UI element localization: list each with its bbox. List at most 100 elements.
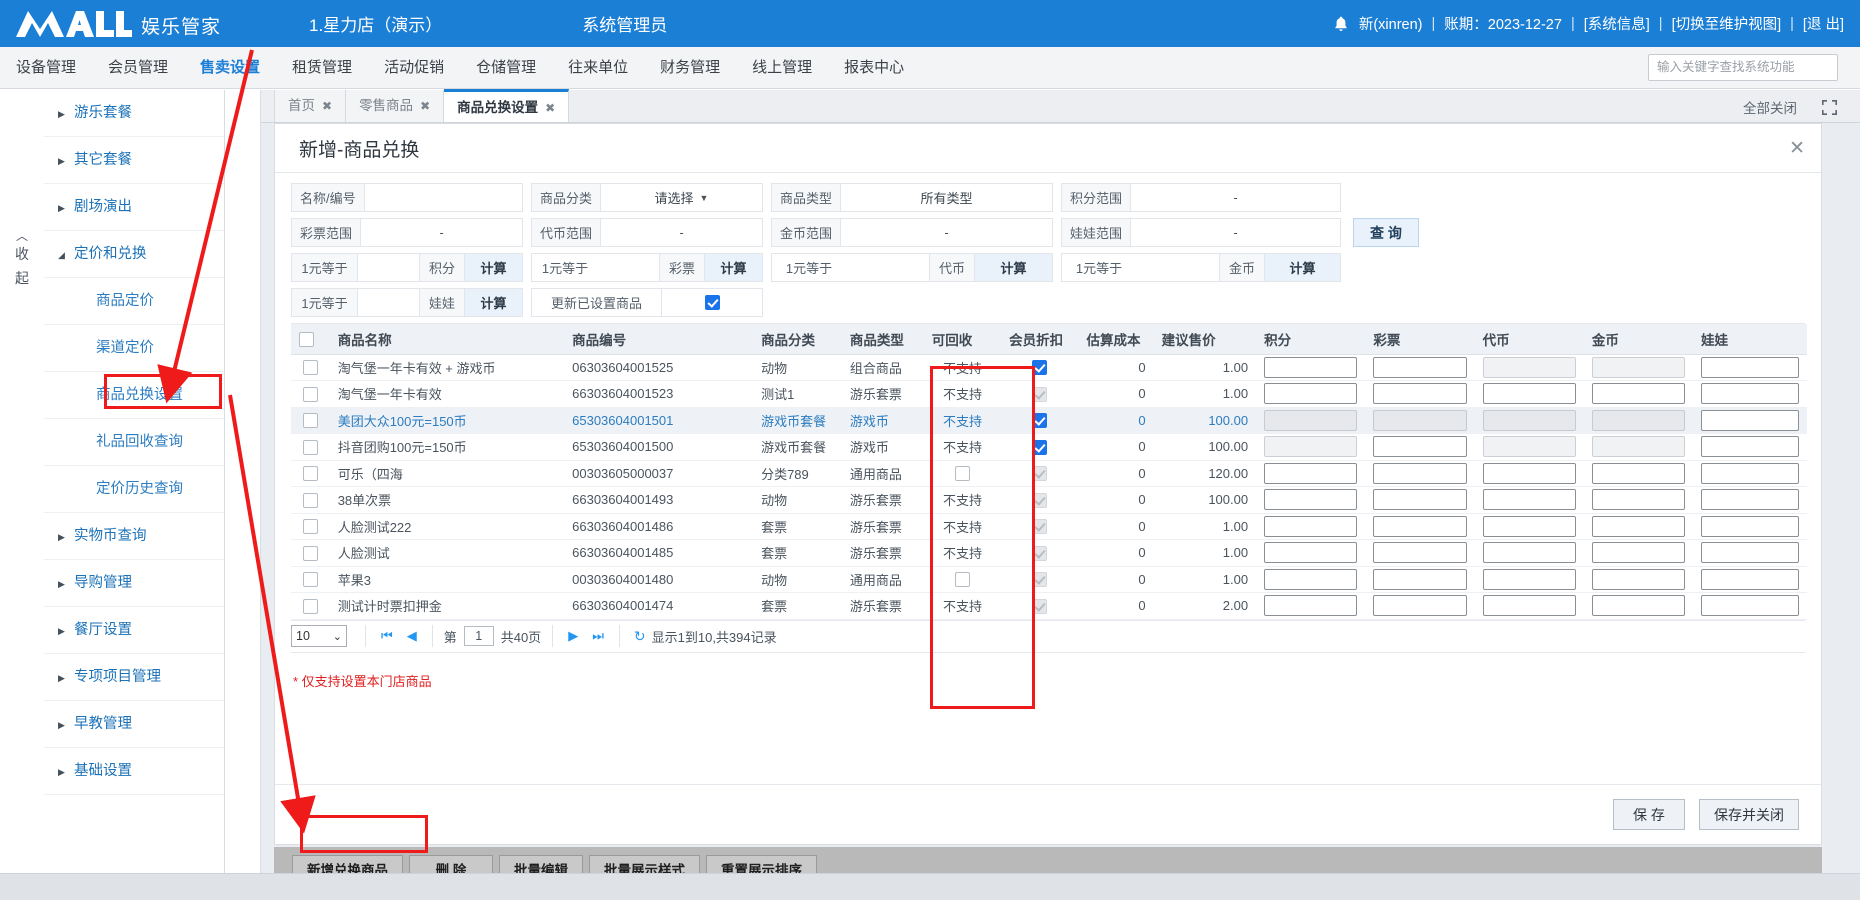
menu-item-partners[interactable]: 往来单位 (552, 47, 644, 88)
logout-link[interactable]: [退 出] (1803, 13, 1844, 34)
points-input[interactable] (1264, 436, 1358, 458)
sidebar-item-amusement-package[interactable]: ▶ 游乐套餐 (44, 90, 224, 137)
table-row[interactable]: 抖音团购100元=150币 65303604001500 游戏币套餐 游戏币 不… (291, 433, 1807, 461)
tokens-input[interactable] (1482, 489, 1576, 511)
rate-doll-input[interactable] (358, 289, 420, 316)
coins-input[interactable] (1591, 542, 1686, 564)
tickets-input[interactable] (1373, 462, 1467, 484)
calc-coin-button[interactable]: 计算 (1265, 254, 1340, 281)
sidebar-item-channel-pricing[interactable]: 渠道定价 (44, 325, 224, 372)
col-goods-type[interactable]: 商品类型 (841, 324, 924, 355)
coins-input[interactable] (1591, 515, 1686, 537)
calc-point-button[interactable]: 计算 (465, 254, 522, 281)
member-discount-checkbox[interactable] (1032, 439, 1048, 455)
switch-maintenance-view-link[interactable]: [切换至维护视图] (1672, 13, 1782, 34)
sidebar-item-guide-management[interactable]: ▶ 导购管理 (44, 560, 224, 607)
col-goods-name[interactable]: 商品名称 (329, 324, 565, 355)
query-button[interactable]: 查 询 (1353, 218, 1419, 247)
row-checkbox[interactable] (302, 519, 318, 535)
sidebar-collapse-toggle[interactable]: ︿ 收 起 (0, 90, 44, 900)
close-icon[interactable]: ✖ (322, 99, 332, 113)
table-row[interactable]: 苹果3 00303604001480 动物 通用商品 0 1.00 (291, 566, 1807, 593)
rate-coin-input[interactable] (1136, 254, 1220, 281)
col-suggested-price[interactable]: 建议售价 (1153, 324, 1257, 355)
tokens-input[interactable] (1482, 356, 1576, 378)
rate-token-input[interactable] (846, 254, 930, 281)
dolls-input[interactable] (1701, 515, 1799, 537)
tokens-input[interactable] (1482, 383, 1576, 405)
points-input[interactable] (1264, 515, 1358, 537)
col-estimated-cost[interactable]: 估算成本 (1078, 324, 1154, 355)
maximize-icon[interactable] (1821, 99, 1838, 116)
coins-input[interactable] (1591, 595, 1686, 617)
table-row[interactable]: 淘气堡一年卡有效 + 游戏币 06303604001525 动物 组合商品 不支… (291, 354, 1807, 381)
points-input[interactable] (1264, 409, 1358, 431)
col-dolls[interactable]: 娃娃 (1693, 324, 1807, 355)
menu-item-equipment[interactable]: 设备管理 (0, 47, 92, 88)
dolls-input[interactable] (1701, 383, 1799, 405)
menu-item-member[interactable]: 会员管理 (92, 47, 184, 88)
col-goods-code[interactable]: 商品编号 (564, 324, 754, 355)
tokens-input[interactable] (1482, 436, 1576, 458)
tab-retail-goods[interactable]: 零售商品 ✖ (346, 90, 445, 122)
table-row[interactable]: 可乐（四海 00303605000037 分类789 通用商品 0 120.00 (291, 460, 1807, 487)
save-button[interactable]: 保 存 (1613, 799, 1685, 830)
row-checkbox[interactable] (302, 386, 318, 402)
dolls-input[interactable] (1701, 568, 1799, 590)
dolls-input[interactable] (1701, 542, 1799, 564)
tickets-input[interactable] (1373, 409, 1467, 431)
col-recyclable[interactable]: 可回收 (923, 324, 1002, 355)
calc-token-button[interactable]: 计算 (975, 254, 1052, 281)
col-member-discount[interactable]: 会员折扣 (1001, 324, 1079, 355)
coins-input[interactable] (1591, 356, 1686, 378)
coins-input[interactable] (1591, 436, 1686, 458)
sidebar-item-pricing-exchange[interactable]: ◢ 定价和兑换 (44, 231, 224, 278)
sidebar-item-pricing-history-query[interactable]: 定价历史查询 (44, 466, 224, 513)
sidebar-item-physical-coin-query[interactable]: ▶ 实物币查询 (44, 513, 224, 560)
tickets-input[interactable] (1373, 515, 1467, 537)
tokens-input[interactable] (1482, 595, 1576, 617)
category-select[interactable]: 请选择 ▼ (601, 184, 762, 211)
dolls-input[interactable] (1701, 356, 1799, 378)
member-discount-checkbox[interactable] (1032, 360, 1048, 376)
row-checkbox[interactable] (302, 545, 318, 561)
save-and-close-button[interactable]: 保存并关闭 (1699, 799, 1799, 830)
tokens-input[interactable] (1482, 568, 1576, 590)
col-coins[interactable]: 金币 (1583, 324, 1694, 355)
point-range-input[interactable]: - (1131, 184, 1340, 211)
tickets-input[interactable] (1373, 568, 1467, 590)
coin-range-input[interactable]: - (841, 219, 1052, 246)
coins-input[interactable] (1591, 462, 1686, 484)
prev-page-icon[interactable]: ◀ (400, 628, 424, 644)
points-input[interactable] (1264, 356, 1358, 378)
menu-item-sales-settings[interactable]: 售卖设置 (184, 47, 276, 88)
ticket-range-input[interactable]: - (361, 219, 522, 246)
tickets-input[interactable] (1373, 436, 1467, 458)
first-page-icon[interactable]: ⏮ (374, 628, 400, 644)
token-range-input[interactable]: - (601, 219, 762, 246)
rate-ticket-input[interactable] (598, 254, 660, 281)
col-tickets[interactable]: 彩票 (1365, 324, 1475, 355)
menu-item-warehouse[interactable]: 仓储管理 (460, 47, 552, 88)
calc-doll-button[interactable]: 计算 (465, 289, 522, 316)
next-page-icon[interactable]: ▶ (561, 628, 585, 644)
dolls-input[interactable] (1701, 462, 1799, 484)
menu-item-online[interactable]: 线上管理 (736, 47, 828, 88)
close-icon[interactable]: ✕ (1789, 139, 1805, 158)
select-all-checkbox[interactable] (299, 331, 314, 347)
tokens-input[interactable] (1482, 542, 1576, 564)
points-input[interactable] (1264, 383, 1358, 405)
dolls-input[interactable] (1701, 489, 1799, 511)
table-row[interactable]: 38单次票 66303604001493 动物 游乐套票 不支持 0 100.0… (291, 486, 1807, 514)
tickets-input[interactable] (1373, 595, 1467, 617)
member-discount-checkbox[interactable] (1032, 413, 1048, 429)
points-input[interactable] (1264, 542, 1358, 564)
table-row[interactable]: 人脸测试 66303604001485 套票 游乐套票 不支持 0 1.00 (291, 539, 1807, 567)
sidebar-item-restaurant-settings[interactable]: ▶ 餐厅设置 (44, 607, 224, 654)
col-points[interactable]: 积分 (1256, 324, 1366, 355)
tickets-input[interactable] (1373, 356, 1467, 378)
points-input[interactable] (1264, 595, 1358, 617)
tickets-input[interactable] (1373, 489, 1467, 511)
last-page-icon[interactable]: ⏭ (585, 628, 611, 644)
name-code-input[interactable] (364, 184, 522, 211)
